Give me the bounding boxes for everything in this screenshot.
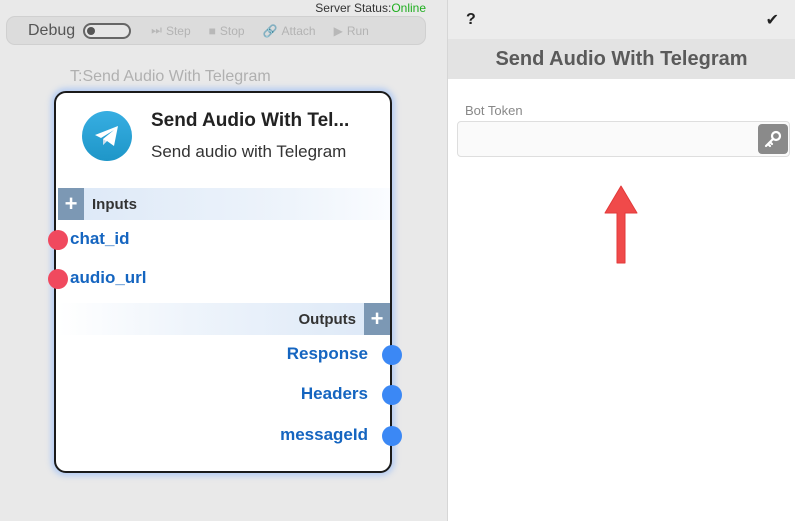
- output-port-response[interactable]: [382, 345, 402, 365]
- step-icon: ⏭: [151, 23, 162, 37]
- key-icon: [764, 130, 782, 148]
- bot-token-label: Bot Token: [465, 103, 523, 118]
- help-button[interactable]: ?: [466, 11, 476, 29]
- output-port-message-id[interactable]: [382, 426, 402, 446]
- server-status: Server Status:Online: [315, 1, 426, 15]
- telegram-icon: [82, 111, 132, 161]
- attach-button[interactable]: 🔗 Attach: [263, 24, 316, 38]
- panel-title: Send Audio With Telegram: [448, 39, 795, 79]
- inputs-section: + Inputs: [58, 188, 390, 220]
- properties-panel: ? ✔ Send Audio With Telegram Bot Token: [447, 0, 795, 521]
- run-button[interactable]: ▶ Run: [334, 24, 369, 38]
- confirm-button[interactable]: ✔: [766, 10, 779, 30]
- input-chat-id: chat_id: [70, 229, 130, 248]
- debug-label: Debug: [28, 21, 76, 39]
- toggle-knob: [87, 26, 96, 35]
- bot-token-input[interactable]: [458, 122, 748, 156]
- stop-button[interactable]: ■ Stop: [209, 24, 245, 38]
- run-label: Run: [346, 23, 369, 38]
- output-port-headers[interactable]: [382, 385, 402, 405]
- flow-canvas[interactable]: Server Status:Online Debug ⏭ Step ■ Stop…: [0, 0, 447, 521]
- server-status-label: Server Status:: [315, 1, 392, 15]
- outputs-label: Outputs: [298, 310, 357, 328]
- node-title: Send Audio With Tel...: [151, 110, 350, 131]
- node-subtitle: Send audio with Telegram: [151, 142, 347, 161]
- stop-label: Stop: [219, 23, 245, 38]
- outputs-section: Outputs +: [58, 303, 390, 335]
- add-input-button[interactable]: +: [58, 188, 84, 220]
- node-caption: T:Send Audio With Telegram: [70, 68, 271, 85]
- input-audio-url: audio_url: [70, 268, 147, 287]
- panel-topbar: ? ✔: [448, 0, 795, 39]
- server-status-value: Online: [391, 1, 426, 15]
- red-up-arrow: [604, 185, 638, 264]
- inputs-label: Inputs: [92, 195, 137, 213]
- debug-toolbar: Debug ⏭ Step ■ Stop 🔗 Attach ▶ Run: [6, 16, 426, 45]
- add-output-button[interactable]: +: [364, 303, 390, 335]
- stop-icon: ■: [208, 23, 216, 38]
- node-header: Send Audio With Tel... Send audio with T…: [56, 93, 390, 185]
- output-response: Response: [286, 344, 368, 363]
- input-port-chat-id[interactable]: [48, 230, 68, 250]
- debug-toggle[interactable]: [83, 22, 132, 39]
- output-message-id: messageId: [280, 425, 368, 444]
- input-port-audio-url[interactable]: [48, 269, 68, 289]
- key-button[interactable]: [758, 124, 788, 154]
- output-headers: Headers: [300, 384, 368, 403]
- step-button[interactable]: ⏭ Step: [151, 23, 191, 38]
- telegram-node[interactable]: Send Audio With Tel... Send audio with T…: [48, 91, 402, 473]
- step-label: Step: [165, 23, 191, 38]
- attach-label: Attach: [281, 23, 316, 38]
- link-icon: 🔗: [262, 23, 278, 38]
- bot-token-field-wrap: [457, 121, 790, 157]
- play-icon: ▶: [333, 23, 343, 38]
